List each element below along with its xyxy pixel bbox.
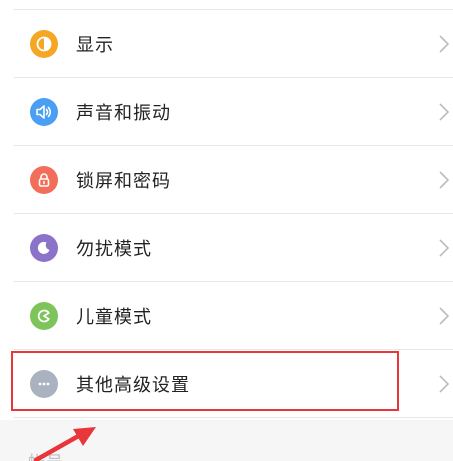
- chevron-right-icon: [439, 375, 450, 393]
- settings-item-child-mode[interactable]: 儿童模式: [0, 282, 453, 350]
- child-mode-icon: [30, 302, 58, 330]
- speaker-icon: [30, 98, 58, 126]
- settings-item-lock-screen[interactable]: 锁屏和密码: [0, 146, 453, 214]
- chevron-right-icon: [439, 103, 450, 121]
- settings-item-sound[interactable]: 声音和振动: [0, 78, 453, 146]
- settings-item-label: 勿扰模式: [76, 239, 152, 260]
- settings-item-label: 其他高级设置: [76, 375, 190, 396]
- chevron-right-icon: [439, 239, 450, 257]
- display-icon: [30, 30, 58, 58]
- chevron-right-icon: [439, 307, 450, 325]
- annotation-arrow-icon: [33, 427, 96, 461]
- settings-item-advanced[interactable]: 其他高级设置: [0, 350, 453, 418]
- list-divider: [14, 417, 453, 418]
- settings-list: 显示 声音和振动 锁屏和密码 勿扰模式 儿童模式 其他高级设置: [0, 0, 453, 420]
- more-icon: [30, 370, 58, 398]
- settings-item-display[interactable]: 显示: [0, 10, 453, 78]
- settings-item-label: 儿童模式: [76, 307, 152, 328]
- moon-icon: [30, 234, 58, 262]
- settings-item-label: 锁屏和密码: [76, 171, 171, 192]
- lock-icon: [30, 166, 58, 194]
- settings-item-do-not-disturb[interactable]: 勿扰模式: [0, 214, 453, 282]
- chevron-right-icon: [439, 35, 450, 53]
- settings-screen: 显示 声音和振动 锁屏和密码 勿扰模式 儿童模式 其他高级设置: [0, 0, 453, 461]
- settings-item-label: 声音和振动: [76, 103, 171, 124]
- chevron-right-icon: [439, 171, 450, 189]
- settings-item-label: 显示: [76, 35, 114, 56]
